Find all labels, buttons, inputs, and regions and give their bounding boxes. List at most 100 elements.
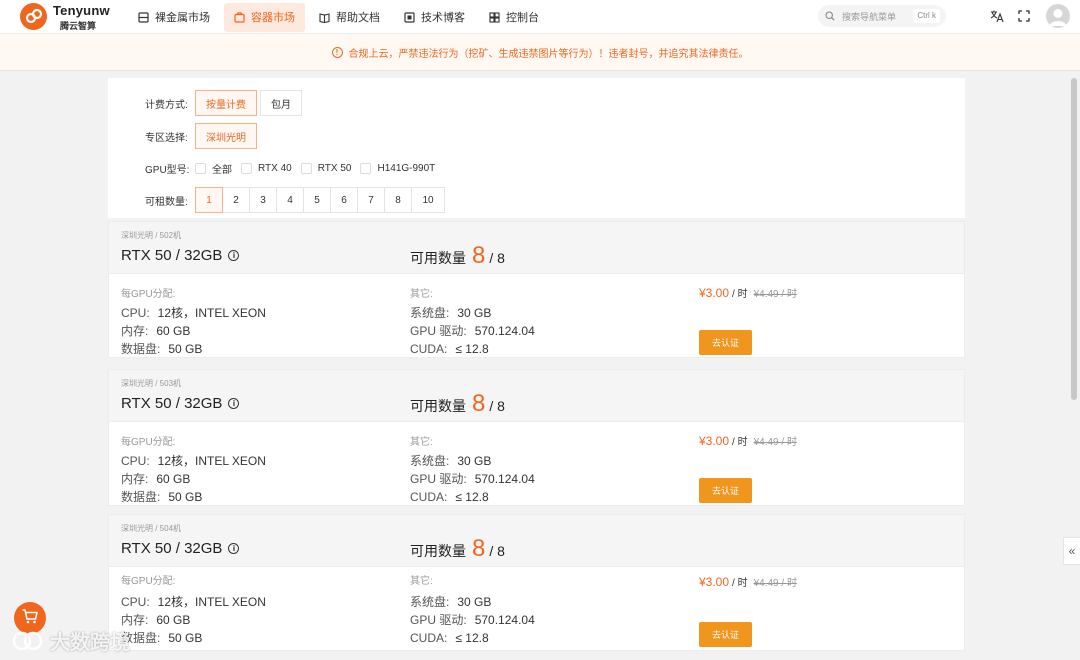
verify-button[interactable]: 去认证 [699, 622, 752, 647]
spec-key: CUDA: [410, 631, 448, 645]
info-icon[interactable]: i [228, 398, 240, 409]
user-avatar[interactable] [1046, 4, 1070, 28]
count-option[interactable]: 4 [276, 187, 304, 213]
avail-count: 8 [472, 535, 486, 562]
nav-console[interactable]: 控制台 [479, 3, 549, 32]
other-spec-list: 系统盘: 30 GB GPU 驱动: 570.124.04 CUDA: ≤ 12.8 [410, 593, 535, 647]
info-icon[interactable]: i [228, 543, 240, 554]
spec-key: 系统盘: [410, 306, 450, 320]
count-option[interactable]: 2 [222, 187, 250, 213]
avail-total: / 8 [489, 398, 505, 414]
filter-billing: 计费方式: 按量计费 包月 [145, 90, 302, 116]
watermark-logo-icon [10, 629, 46, 653]
gpu-driver-row: GPU 驱动: 570.124.04 [410, 611, 535, 629]
nav-container-market[interactable]: 容器市场 [224, 2, 305, 32]
filter-gpu-model: GPU型号: 全部 RTX 40 RTX 50 H141G-990T [145, 155, 444, 181]
count-option[interactable]: 6 [330, 187, 358, 213]
alloc-title: 每GPU分配: [121, 437, 176, 448]
nav-help-docs[interactable]: 帮助文档 [309, 3, 390, 32]
page-scrollbar[interactable] [1071, 78, 1077, 400]
nav-label: 容器市场 [251, 12, 295, 24]
avail-label: 可用数量 [410, 398, 466, 414]
billing-option-monthly[interactable]: 包月 [260, 90, 302, 116]
count-option[interactable]: 3 [249, 187, 277, 213]
avail-label: 可用数量 [410, 250, 466, 266]
price-unit: / 时 [732, 437, 748, 448]
search-input[interactable]: 搜索导航菜单 Ctrl k [818, 5, 946, 27]
verify-button[interactable]: 去认证 [699, 330, 752, 355]
dark-mode-moon-icon[interactable] [962, 9, 976, 23]
availability: 可用数量 8/ 8 [410, 535, 505, 563]
price: ¥3.00/ 时 ¥4.49 / 时 [699, 574, 797, 589]
other-spec-list: 系统盘: 30 GB GPU 驱动: 570.124.04 CUDA: ≤ 12.8 [410, 304, 535, 358]
price-value: ¥3.00 [699, 286, 730, 300]
original-price: ¥4.49 / 时 [753, 437, 797, 448]
billing-option-pay-as-you-go[interactable]: 按量计费 [195, 90, 257, 116]
top-navbar: Tenyunw 腾云智算 裸金属市场 容器市场 帮助文档 技术博客 控制台 搜索… [0, 0, 1080, 34]
price-value: ¥3.00 [699, 575, 730, 589]
server-icon [138, 11, 149, 23]
search-placeholder: 搜索导航菜单 [842, 11, 897, 22]
count-selector: 1 2 3 4 5 6 7 8 10 [195, 187, 445, 213]
gpu-name: RTX 50 / 32GB [121, 395, 223, 412]
spec-value: 30 GB [457, 306, 492, 320]
avail-label: 可用数量 [410, 543, 466, 559]
spec-value: ≤ 12.8 [455, 631, 489, 645]
checkbox[interactable] [195, 162, 206, 174]
spec-value: 60 GB [156, 324, 191, 338]
zone-option-shenzhen-guangming[interactable]: 深圳光明 [195, 123, 257, 149]
count-option[interactable]: 10 [411, 187, 445, 213]
spec-key: GPU 驱动: [410, 324, 467, 338]
count-option[interactable]: 8 [384, 187, 412, 213]
side-panel-collapse-button[interactable]: « [1063, 537, 1080, 565]
brand[interactable]: Tenyunw 腾云智算 [20, 3, 130, 31]
gpu-checkbox-h141g[interactable]: H141G-990T [360, 162, 436, 174]
nav-bare-metal-market[interactable]: 裸金属市场 [128, 3, 220, 32]
spec-key: 系统盘: [410, 454, 450, 468]
gpu-checkbox-rtx40[interactable]: RTX 40 [241, 162, 292, 174]
nav-label: 帮助文档 [336, 12, 380, 24]
memory-row: 内存: 60 GB [121, 322, 266, 340]
avail-total: / 8 [489, 543, 505, 559]
cuda-row: CUDA: ≤ 12.8 [410, 488, 535, 506]
nav-tech-blog[interactable]: 技术博客 [394, 3, 475, 32]
brand-name: Tenyunw [53, 3, 110, 18]
dashboard-icon [489, 11, 500, 23]
checkbox[interactable] [300, 162, 312, 174]
gpu-checkbox-rtx50[interactable]: RTX 50 [300, 162, 352, 174]
checkbox-label: H141G-990T [377, 162, 436, 174]
checkbox-label: RTX 50 [317, 162, 352, 174]
compliance-notice: ! 合规上云，严禁违法行为（挖矿、生成违禁图片等行为）！违者封号，并追究其法律责… [0, 34, 1080, 71]
memory-row: 内存: 60 GB [121, 470, 266, 488]
price: ¥3.00/ 时 ¥4.49 / 时 [699, 433, 797, 448]
other-spec-list: 系统盘: 30 GB GPU 驱动: 570.124.04 CUDA: ≤ 12.8 [410, 452, 535, 506]
spec-key: CUDA: [410, 490, 448, 504]
spec-value: 570.124.04 [474, 613, 535, 627]
spec-list: CPU: 12核，INTEL XEON 内存: 60 GB 数据盘: 50 GB [121, 304, 266, 358]
gpu-checkbox-all[interactable]: 全部 [195, 161, 232, 176]
machine-card: 深圳光明 / 502机 RTX 50 / 32GB i 可用数量 8/ 8 每GPU… [108, 221, 965, 358]
verify-button[interactable]: 去认证 [699, 478, 752, 503]
notice-text: 合规上云，严禁违法行为（挖矿、生成违禁图片等行为）！违者封号，并追究其法律责任。 [348, 48, 749, 60]
checkbox[interactable] [360, 162, 372, 174]
spec-key: 系统盘: [410, 595, 450, 609]
spec-key: GPU 驱动: [410, 472, 467, 486]
count-option[interactable]: 7 [357, 187, 385, 213]
book-icon [319, 12, 330, 23]
price: ¥3.00/ 时 ¥4.49 / 时 [699, 285, 797, 300]
gpu-driver-row: GPU 驱动: 570.124.04 [410, 470, 535, 488]
translate-icon[interactable] [990, 9, 1004, 23]
spec-value: 30 GB [457, 454, 492, 468]
count-option[interactable]: 5 [303, 187, 331, 213]
gpu-spec: RTX 50 / 32GB i [121, 247, 240, 264]
checkbox[interactable] [241, 162, 252, 174]
other-title: 其它: [410, 437, 433, 448]
fullscreen-icon[interactable] [1017, 9, 1031, 23]
original-price: ¥4.49 / 时 [753, 578, 797, 589]
cuda-row: CUDA: ≤ 12.8 [410, 340, 535, 358]
machine-location: 深圳光明 / 503机 [121, 379, 182, 388]
spec-value: 570.124.04 [474, 472, 535, 486]
info-icon[interactable]: i [228, 250, 240, 261]
memory-row: 内存: 60 GB [121, 611, 266, 629]
count-option[interactable]: 1 [195, 187, 223, 213]
